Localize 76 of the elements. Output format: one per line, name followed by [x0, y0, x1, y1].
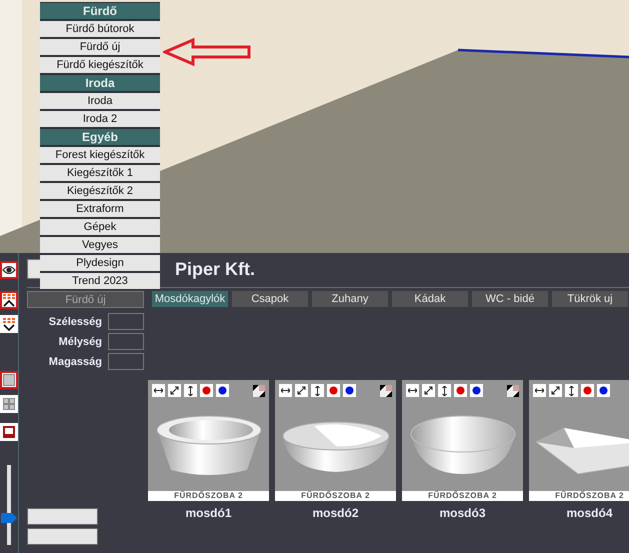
menu-group-header: Fürdő	[40, 3, 160, 19]
product-tile[interactable]: FŰRDŐSZOBA 2	[402, 380, 523, 501]
category-tab[interactable]: Mosdókagylók	[152, 291, 228, 307]
blank-button[interactable]	[27, 528, 98, 545]
toolbar-button[interactable]	[0, 261, 18, 279]
grid-icon	[3, 398, 15, 410]
product-caption: FŰRDŐSZOBA 2	[529, 491, 629, 501]
diagonal-arrows-icon[interactable]	[549, 384, 562, 397]
dimension-label: Mélység	[58, 336, 102, 348]
menu-item[interactable]: Kiegészítők 1	[40, 165, 160, 181]
slider-thumb[interactable]	[1, 512, 17, 523]
category-tab[interactable]: WC - bidé	[472, 291, 548, 307]
menu-item[interactable]: Vegyes	[40, 237, 160, 253]
diagonal-arrows-icon[interactable]	[168, 384, 181, 397]
product-caption: FŰRDŐSZOBA 2	[148, 491, 269, 501]
product-name: mosdó3	[439, 506, 486, 520]
product-caption: FŰRDŐSZOBA 2	[402, 491, 523, 501]
dot-icon[interactable]	[581, 384, 594, 397]
dot-icon[interactable]	[597, 384, 610, 397]
menu-item[interactable]: Fürdő kiegészítők	[40, 57, 160, 73]
menu-item[interactable]: Gépek	[40, 219, 160, 235]
dimension-field[interactable]	[108, 353, 144, 370]
toolbar-button[interactable]	[0, 291, 18, 309]
vertical-arrows-icon[interactable]	[184, 384, 197, 397]
dot-icon[interactable]	[454, 384, 467, 397]
product-name: mosdó4	[566, 506, 612, 520]
dimension-label: Szélesség	[48, 316, 102, 328]
category-tab[interactable]: Tükrök uj	[552, 291, 628, 307]
menu-item[interactable]: Kiegészítők 2	[40, 183, 160, 199]
menu-item[interactable]: Iroda	[40, 93, 160, 109]
frame-icon	[3, 426, 15, 438]
resize-corner-icon[interactable]	[507, 384, 519, 396]
zoom-slider[interactable]	[1, 465, 17, 545]
diagonal-arrows-icon[interactable]	[422, 384, 435, 397]
product-tile[interactable]: FŰRDŐSZOBA 2	[529, 380, 629, 501]
resize-corner-icon[interactable]	[253, 384, 265, 396]
menu-group-header: Egyéb	[40, 129, 160, 145]
dot-icon[interactable]	[343, 384, 356, 397]
dot-icon[interactable]	[200, 384, 213, 397]
menu-item[interactable]: Fürdő bútorok	[40, 21, 160, 37]
menu-item[interactable]: Extraform	[40, 201, 160, 217]
product-caption: FŰRDŐSZOBA 2	[275, 491, 396, 501]
horizontal-arrows-icon[interactable]	[279, 384, 292, 397]
dot-icon[interactable]	[470, 384, 483, 397]
dimension-field[interactable]	[108, 333, 144, 350]
square-icon	[3, 374, 15, 386]
menu-group-header: Iroda	[40, 75, 160, 91]
diagonal-arrows-icon[interactable]	[295, 384, 308, 397]
category-tab[interactable]: Kádak	[392, 291, 468, 307]
vertical-arrows-icon[interactable]	[565, 384, 578, 397]
horizontal-arrows-icon[interactable]	[533, 384, 546, 397]
menu-item[interactable]: Plydesign	[40, 255, 160, 271]
menu-item[interactable]: Trend 2023	[40, 273, 160, 289]
blank-button[interactable]	[27, 508, 98, 525]
category-tab[interactable]: Zuhany	[312, 291, 388, 307]
company-name: Piper Kft.	[175, 258, 256, 280]
eye-icon	[2, 265, 16, 275]
dimension-label: Magasság	[48, 356, 102, 368]
menu-item[interactable]: Fürdő új	[40, 39, 160, 55]
horizontal-arrows-icon[interactable]	[406, 384, 419, 397]
product-tile[interactable]: FŰRDŐSZOBA 2	[148, 380, 269, 501]
grid-down-icon	[2, 317, 16, 331]
vertical-arrows-icon[interactable]	[311, 384, 324, 397]
dot-icon[interactable]	[216, 384, 229, 397]
menu-item[interactable]: Forest kiegészítők	[40, 147, 160, 163]
product-tile[interactable]: FŰRDŐSZOBA 2	[275, 380, 396, 501]
category-tab[interactable]: Csapok	[232, 291, 308, 307]
grid-up-icon	[2, 293, 16, 307]
dot-icon[interactable]	[327, 384, 340, 397]
product-name: mosdó2	[312, 506, 358, 520]
menu-item[interactable]: Iroda 2	[40, 111, 160, 127]
product-name: mosdó1	[185, 506, 232, 520]
dimension-field[interactable]	[108, 313, 144, 330]
vertical-arrows-icon[interactable]	[438, 384, 451, 397]
horizontal-arrows-icon[interactable]	[152, 384, 165, 397]
resize-corner-icon[interactable]	[380, 384, 392, 396]
